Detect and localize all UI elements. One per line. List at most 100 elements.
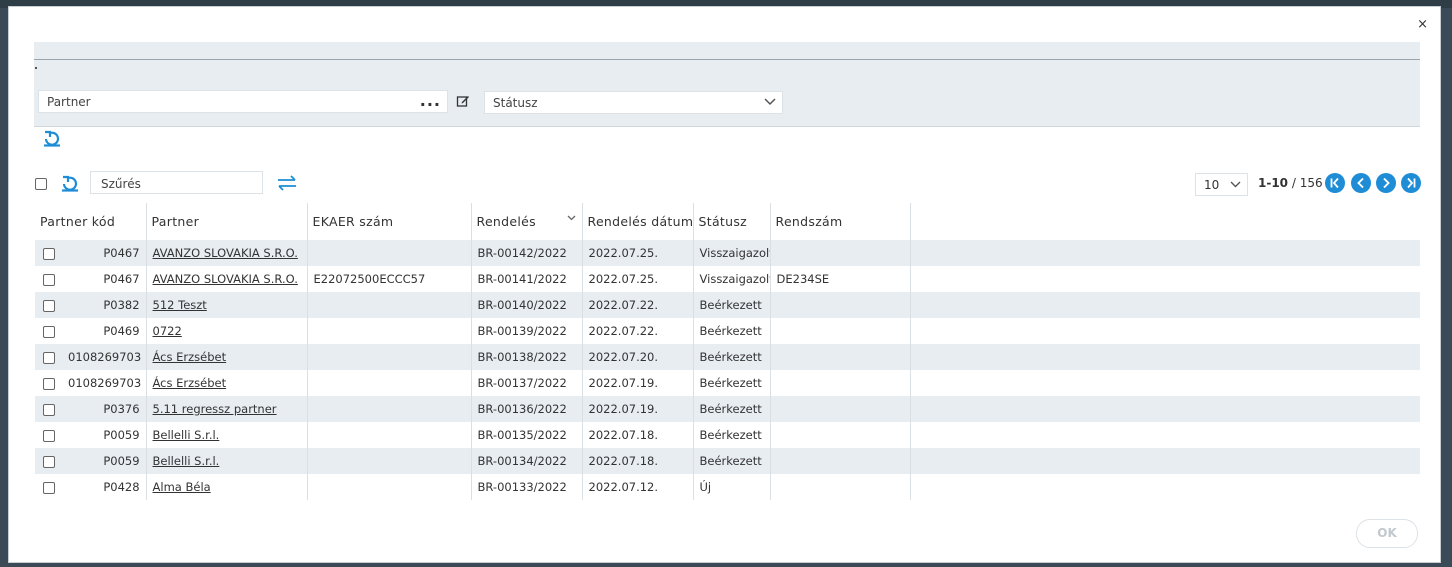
row-order-date: 2022.07.25. bbox=[582, 240, 694, 266]
col-order-date[interactable]: Rendelés dátuma bbox=[582, 203, 694, 240]
row-partner-link[interactable]: Ács Erzsébet bbox=[146, 344, 308, 370]
row-filler bbox=[910, 448, 1420, 474]
row-order: BR-00137/2022 bbox=[471, 370, 583, 396]
col-partner[interactable]: Partner bbox=[146, 203, 308, 240]
row-select-checkbox[interactable] bbox=[42, 247, 55, 260]
row-select-checkbox[interactable] bbox=[42, 403, 55, 416]
row-partner-code: 0108269703 bbox=[62, 344, 147, 370]
edit-icon[interactable] bbox=[456, 94, 470, 108]
filter-panel: Partner ... Státusz bbox=[34, 42, 1420, 127]
prev-page-button[interactable] bbox=[1351, 173, 1371, 193]
row-partner-link[interactable]: Bellelli S.r.l. bbox=[146, 422, 308, 448]
table-row[interactable]: P0059 Bellelli S.r.l. BR-00135/2022 2022.07… bbox=[35, 422, 1420, 448]
pagination: 10 1-10 / 156 bbox=[1195, 172, 1425, 196]
grid-toolbar: 10 1-10 / 156 bbox=[35, 170, 1425, 196]
row-checkbox bbox=[35, 396, 62, 422]
close-icon[interactable]: × bbox=[1417, 17, 1428, 32]
row-order: BR-00142/2022 bbox=[471, 240, 583, 266]
last-page-button[interactable] bbox=[1401, 173, 1421, 193]
col-partner-label: Partner bbox=[151, 214, 200, 229]
status-filter-select[interactable]: Státusz bbox=[484, 91, 783, 114]
row-checkbox bbox=[35, 318, 62, 344]
row-status: Beérkezett bbox=[693, 344, 771, 370]
row-plate bbox=[770, 474, 911, 500]
row-filler bbox=[910, 292, 1420, 318]
row-filler bbox=[910, 344, 1420, 370]
row-status: Beérkezett bbox=[693, 396, 771, 422]
row-partner-link[interactable]: 0722 bbox=[146, 318, 308, 344]
row-order-date: 2022.07.18. bbox=[582, 422, 694, 448]
table-row[interactable]: P0376 5.11 regressz partner BR-00136/2022 2… bbox=[35, 396, 1420, 422]
row-select-checkbox[interactable] bbox=[42, 273, 55, 286]
row-filler bbox=[910, 266, 1420, 292]
row-select-checkbox[interactable] bbox=[42, 351, 55, 364]
col-status[interactable]: Státusz bbox=[693, 203, 771, 240]
row-select-checkbox[interactable] bbox=[42, 429, 55, 442]
col-order[interactable]: Rendelés bbox=[471, 203, 583, 240]
row-select-checkbox[interactable] bbox=[42, 455, 55, 468]
page-size-select[interactable]: 10 bbox=[1195, 173, 1248, 196]
row-filler bbox=[910, 474, 1420, 500]
table-row[interactable]: 0108269703 Ács Erzsébet BR-00138/2022 2022.… bbox=[35, 344, 1420, 370]
row-order-date: 2022.07.22. bbox=[582, 318, 694, 344]
next-page-button[interactable] bbox=[1376, 173, 1396, 193]
row-partner-link[interactable]: AVANZO SLOVAKIA S.R.O. bbox=[146, 240, 308, 266]
table-header-row: Partner kód Partner EKAER szám Rendelés … bbox=[35, 203, 1420, 240]
swap-icon[interactable] bbox=[276, 175, 298, 191]
row-partner-link[interactable]: AVANZO SLOVAKIA S.R.O. bbox=[146, 266, 308, 292]
ok-button[interactable]: OK bbox=[1356, 519, 1418, 548]
row-partner-link[interactable]: Bellelli S.r.l. bbox=[146, 448, 308, 474]
row-ekaer bbox=[307, 240, 472, 266]
row-ekaer bbox=[307, 370, 472, 396]
more-icon[interactable]: ... bbox=[420, 91, 441, 110]
row-partner-link[interactable]: Alma Béla bbox=[146, 474, 308, 500]
table-row[interactable]: P0059 Bellelli S.r.l. BR-00134/2022 2022.07… bbox=[35, 448, 1420, 474]
row-ekaer bbox=[307, 318, 472, 344]
row-partner-link[interactable]: Ács Erzsébet bbox=[146, 370, 308, 396]
chevron-down-icon bbox=[764, 98, 776, 106]
row-checkbox bbox=[35, 240, 62, 266]
table-row[interactable]: P0467 AVANZO SLOVAKIA S.R.O. BR-00142/2022… bbox=[35, 240, 1420, 266]
row-order: BR-00141/2022 bbox=[471, 266, 583, 292]
col-order-date-label: Rendelés dátuma bbox=[587, 214, 694, 229]
page-range-current: 1-10 bbox=[1258, 176, 1289, 190]
row-partner-code: P0059 bbox=[62, 422, 147, 448]
col-partner-code[interactable]: Partner kód bbox=[35, 203, 147, 240]
row-partner-link[interactable]: 5.11 regressz partner bbox=[146, 396, 308, 422]
row-plate: DE234SE bbox=[770, 266, 911, 292]
select-all-checkbox[interactable] bbox=[35, 178, 47, 190]
row-order: BR-00140/2022 bbox=[471, 292, 583, 318]
table-row[interactable]: P0382 512 Teszt BR-00140/2022 2022.07.22. Be… bbox=[35, 292, 1420, 318]
row-partner-link[interactable]: 512 Teszt bbox=[146, 292, 308, 318]
row-filler bbox=[910, 318, 1420, 344]
col-plate[interactable]: Rendszám bbox=[770, 203, 911, 240]
row-select-checkbox[interactable] bbox=[42, 481, 55, 494]
table-row[interactable]: P0467 AVANZO SLOVAKIA S.R.O. E22072500ECCC… bbox=[35, 266, 1420, 292]
reset-filters-icon[interactable] bbox=[42, 128, 62, 148]
row-plate bbox=[770, 370, 911, 396]
row-order: BR-00134/2022 bbox=[471, 448, 583, 474]
row-order-date: 2022.07.20. bbox=[582, 344, 694, 370]
refresh-icon[interactable] bbox=[60, 174, 80, 192]
row-partner-code: P0469 bbox=[62, 318, 147, 344]
table-row[interactable]: 0108269703 Ács Erzsébet BR-00137/2022 2022.… bbox=[35, 370, 1420, 396]
search-input[interactable] bbox=[99, 176, 253, 192]
row-order: BR-00138/2022 bbox=[471, 344, 583, 370]
row-partner-code: P0428 bbox=[62, 474, 147, 500]
table-row[interactable]: P0428 Alma Béla BR-00133/2022 2022.07.12. Új bbox=[35, 474, 1420, 500]
row-select-checkbox[interactable] bbox=[42, 325, 55, 338]
row-status: Beérkezett bbox=[693, 448, 771, 474]
table-row[interactable]: P0469 0722 BR-00139/2022 2022.07.22. Beérkez… bbox=[35, 318, 1420, 344]
row-partner-code: P0467 bbox=[62, 240, 147, 266]
row-checkbox bbox=[35, 474, 62, 500]
row-order: BR-00133/2022 bbox=[471, 474, 583, 500]
col-ekaer[interactable]: EKAER szám bbox=[307, 203, 472, 240]
partner-filter-field[interactable]: Partner ... bbox=[38, 90, 448, 113]
row-select-checkbox[interactable] bbox=[42, 299, 55, 312]
chevron-left-icon bbox=[1357, 177, 1364, 189]
row-plate bbox=[770, 396, 911, 422]
row-select-checkbox[interactable] bbox=[42, 377, 55, 390]
first-page-button[interactable] bbox=[1325, 173, 1345, 193]
row-order-date: 2022.07.22. bbox=[582, 292, 694, 318]
row-order-date: 2022.07.19. bbox=[582, 370, 694, 396]
